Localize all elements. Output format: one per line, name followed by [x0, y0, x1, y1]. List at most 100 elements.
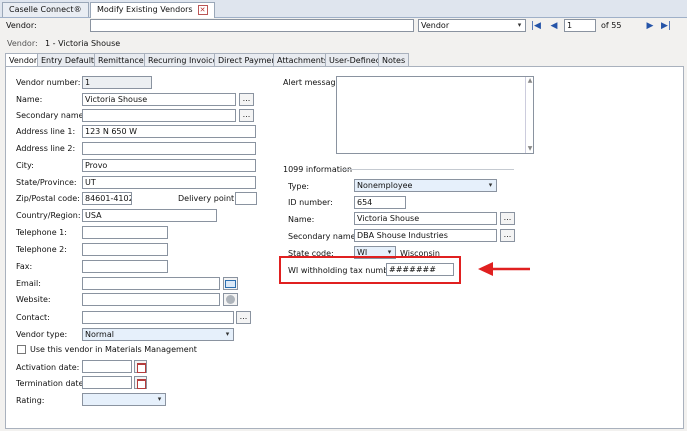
- tab-user-defined[interactable]: User-Defined: [325, 53, 385, 67]
- type-1099-select[interactable]: Nonemployee ▾: [354, 179, 497, 192]
- termination-date-field[interactable]: [82, 376, 132, 389]
- ellipsis-icon: ...: [242, 110, 251, 119]
- breadcrumb-label: Vendor:: [7, 39, 38, 48]
- ellipsis-icon: ...: [503, 213, 512, 222]
- address-line2-label: Address line 2:: [16, 144, 76, 153]
- document-tab-strip: Caselle Connect® Modify Existing Vendors…: [0, 0, 687, 18]
- tab-modify-existing-vendors[interactable]: Modify Existing Vendors ✕: [90, 2, 215, 18]
- ellipsis-icon: ...: [239, 312, 248, 321]
- termination-date-label: Termination date:: [16, 379, 87, 388]
- email-label: Email:: [16, 279, 41, 288]
- city-label: City:: [16, 161, 34, 170]
- tab-attachments[interactable]: Attachments: [273, 53, 333, 67]
- section-1099-title: 1099 information: [283, 165, 353, 174]
- globe-icon: [226, 295, 235, 304]
- secondary-name-lookup-button[interactable]: ...: [239, 109, 254, 122]
- scroll-down-icon[interactable]: ▼: [526, 145, 534, 153]
- tab-notes[interactable]: Notes: [378, 53, 410, 67]
- record-total: of 55: [601, 21, 622, 30]
- wi-withholding-field[interactable]: #######: [386, 263, 454, 276]
- country-label: Country/Region:: [16, 211, 81, 220]
- contact-label: Contact:: [16, 313, 50, 322]
- contact-field[interactable]: [82, 311, 234, 324]
- website-field[interactable]: [82, 293, 220, 306]
- email-button[interactable]: [223, 277, 238, 290]
- materials-management-label: Use this vendor in Materials Management: [30, 345, 197, 354]
- vendor-search-label: Vendor:: [6, 21, 37, 30]
- state-field[interactable]: UT: [82, 176, 256, 189]
- delivery-point-field[interactable]: [235, 192, 257, 205]
- name-field[interactable]: Victoria Shouse: [82, 93, 236, 106]
- zip-label: Zip/Postal code:: [16, 194, 80, 203]
- state-label: State/Province:: [16, 178, 77, 187]
- secondary-name-1099-lookup-button[interactable]: ...: [500, 229, 515, 242]
- secondary-name-label: Secondary name:: [16, 111, 87, 120]
- name-1099-lookup-button[interactable]: ...: [500, 212, 515, 225]
- delivery-point-label: Delivery point:: [178, 194, 237, 203]
- tab-entry-defaults[interactable]: Entry Defaults: [37, 53, 103, 67]
- tab-caselle-connect[interactable]: Caselle Connect®: [2, 2, 89, 17]
- address-line2-field[interactable]: [82, 142, 256, 155]
- last-record-icon[interactable]: ▶|: [660, 20, 672, 32]
- vendor-number-label: Vendor number:: [16, 78, 81, 87]
- ellipsis-icon: ...: [503, 230, 512, 239]
- wi-withholding-label: WI withholding tax number:: [288, 266, 400, 275]
- chevron-down-icon: ▾: [517, 21, 522, 29]
- arrow-left-icon: [478, 262, 530, 276]
- fax-label: Fax:: [16, 262, 33, 271]
- alert-scrollbar[interactable]: ▲ ▼: [525, 77, 534, 153]
- city-field[interactable]: Provo: [82, 159, 256, 172]
- id-number-field[interactable]: 654: [354, 196, 406, 209]
- type-1099-value: Nonemployee: [357, 181, 413, 190]
- scroll-up-icon[interactable]: ▲: [526, 77, 534, 85]
- vendor-type-label: Vendor type:: [16, 330, 68, 339]
- name-1099-field[interactable]: Victoria Shouse: [354, 212, 497, 225]
- secondary-name-1099-label: Secondary name:: [288, 232, 359, 241]
- rating-label: Rating:: [16, 396, 45, 405]
- name-lookup-button[interactable]: ...: [239, 93, 254, 106]
- fax-field[interactable]: [82, 260, 168, 273]
- close-icon[interactable]: ✕: [197, 4, 208, 15]
- tab-label: Caselle Connect®: [9, 5, 82, 14]
- telephone1-label: Telephone 1:: [16, 228, 67, 237]
- website-label: Website:: [16, 295, 51, 304]
- vendor-search-input[interactable]: [90, 19, 414, 32]
- address-line1-field[interactable]: 123 N 650 W: [82, 125, 256, 138]
- email-field[interactable]: [82, 277, 220, 290]
- ellipsis-icon: ...: [242, 94, 251, 103]
- secondary-name-field[interactable]: [82, 109, 236, 122]
- search-type-value: Vendor: [421, 21, 450, 30]
- address-line1-label: Address line 1:: [16, 127, 76, 136]
- prev-record-icon[interactable]: ◀: [548, 20, 560, 32]
- country-field[interactable]: USA: [82, 209, 217, 222]
- vendor-type-value: Normal: [85, 330, 114, 339]
- activation-date-field[interactable]: [82, 360, 132, 373]
- telephone2-field[interactable]: [82, 243, 168, 256]
- next-record-icon[interactable]: ▶: [644, 20, 656, 32]
- record-number-input[interactable]: 1: [564, 19, 596, 32]
- calendar-icon[interactable]: [134, 376, 147, 389]
- telephone2-label: Telephone 2:: [16, 245, 67, 254]
- search-type-select[interactable]: Vendor ▾: [418, 19, 526, 32]
- materials-management-checkbox[interactable]: [17, 345, 26, 354]
- telephone1-field[interactable]: [82, 226, 168, 239]
- name-1099-label: Name:: [288, 215, 315, 224]
- alert-message-textarea[interactable]: [336, 76, 534, 154]
- type-1099-label: Type:: [288, 182, 310, 191]
- contact-lookup-button[interactable]: ...: [236, 311, 251, 324]
- calendar-icon[interactable]: [134, 360, 147, 373]
- alert-message-label: Alert message:: [283, 78, 344, 87]
- activation-date-label: Activation date:: [16, 363, 80, 372]
- id-number-label: ID number:: [288, 198, 333, 207]
- website-button[interactable]: [223, 293, 238, 306]
- zip-field[interactable]: 84601-4102: [82, 192, 132, 205]
- chevron-down-icon: ▾: [488, 181, 493, 189]
- secondary-name-1099-field[interactable]: DBA Shouse Industries: [354, 229, 497, 242]
- vendor-type-select[interactable]: Normal ▾: [82, 328, 234, 341]
- vendor-number-field[interactable]: 1: [82, 76, 152, 89]
- breadcrumb-value: 1 - Victoria Shouse: [45, 39, 121, 48]
- chevron-down-icon: ▾: [157, 395, 162, 403]
- rating-select[interactable]: ▾: [82, 393, 166, 406]
- tab-label: Modify Existing Vendors: [97, 5, 193, 14]
- first-record-icon[interactable]: |◀: [530, 20, 542, 32]
